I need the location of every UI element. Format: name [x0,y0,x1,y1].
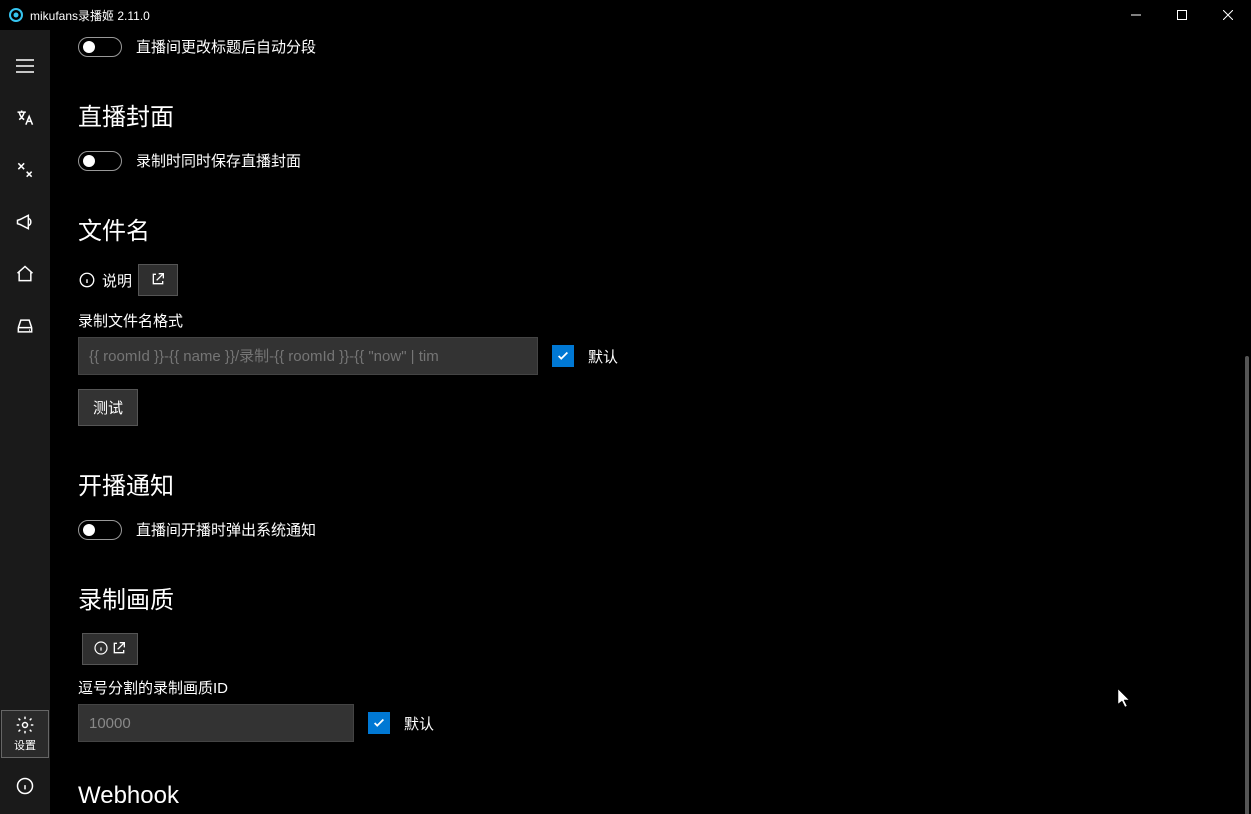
sidebar-item-language[interactable] [1,94,49,142]
sidebar-item-storage[interactable] [1,302,49,350]
section-title-quality: 录制画质 [78,580,1223,615]
titlebar-left: mikufans录播姬 2.11.0 [8,7,150,24]
filename-input-row: 默认 [78,337,1223,375]
sidebar: 设置 [0,30,50,814]
setting-auto-split: 直播间更改标题后自动分段 [78,36,1223,57]
checkbox-label: 默认 [404,713,434,734]
sidebar-item-announce[interactable] [1,198,49,246]
filename-format-input[interactable] [78,337,538,375]
close-button[interactable] [1205,0,1251,30]
toggle-auto-split[interactable] [78,37,122,57]
home-icon [15,264,35,284]
megaphone-icon [15,212,35,232]
desc-label: 说明 [102,270,132,291]
app-icon [8,7,24,23]
app-title: mikufans录播姬 2.11.0 [30,7,150,24]
toggle-label: 录制时同时保存直播封面 [136,150,301,171]
filename-field-label: 录制文件名格式 [78,310,1223,331]
info-icon [93,640,109,659]
settings-scroll-area[interactable]: 直播间更改标题后自动分段 直播封面 录制时同时保存直播封面 文件名 说明 [50,30,1251,814]
toggle-label: 直播间更改标题后自动分段 [136,36,316,57]
info-icon [78,271,96,289]
translate-icon [15,108,35,128]
gear-icon [15,715,35,735]
toolbox-icon [15,160,35,180]
section-title-cover: 直播封面 [78,97,1223,132]
test-button[interactable]: 测试 [78,389,138,426]
toggle-save-cover[interactable] [78,151,122,171]
sidebar-item-about[interactable] [1,762,49,810]
checkbox-label: 默认 [588,346,618,367]
setting-stream-notify: 直播间开播时弹出系统通知 [78,519,1223,540]
filename-desc-row: 说明 [78,264,1223,296]
info-icon [15,776,35,796]
maximize-button[interactable] [1159,0,1205,30]
quality-input-row: 默认 [78,704,1223,742]
window-controls [1113,0,1251,30]
quality-id-input[interactable] [78,704,354,742]
filename-default-checkbox[interactable] [552,345,574,367]
section-title-filename: 文件名 [78,211,1223,246]
toggle-label: 直播间开播时弹出系统通知 [136,519,316,540]
toggle-stream-notify[interactable] [78,520,122,540]
menu-toggle-button[interactable] [1,42,49,90]
open-external-icon [111,640,127,659]
section-title-notification: 开播通知 [78,466,1223,501]
sidebar-item-settings[interactable]: 设置 [1,710,49,758]
titlebar: mikufans录播姬 2.11.0 [0,0,1251,30]
quality-help-button[interactable] [82,633,138,665]
hamburger-icon [15,56,35,76]
disk-icon [15,316,35,336]
open-external-icon [150,271,166,290]
open-external-button[interactable] [138,264,178,296]
minimize-button[interactable] [1113,0,1159,30]
section-title-webhook: Webhook [78,782,1223,810]
quality-default-checkbox[interactable] [368,712,390,734]
sidebar-item-label: 设置 [14,737,36,753]
sidebar-item-home[interactable] [1,250,49,298]
quality-field-label: 逗号分割的录制画质ID [78,677,1223,698]
sidebar-item-tools[interactable] [1,146,49,194]
scrollbar-thumb[interactable] [1245,356,1249,814]
setting-save-cover: 录制时同时保存直播封面 [78,150,1223,171]
